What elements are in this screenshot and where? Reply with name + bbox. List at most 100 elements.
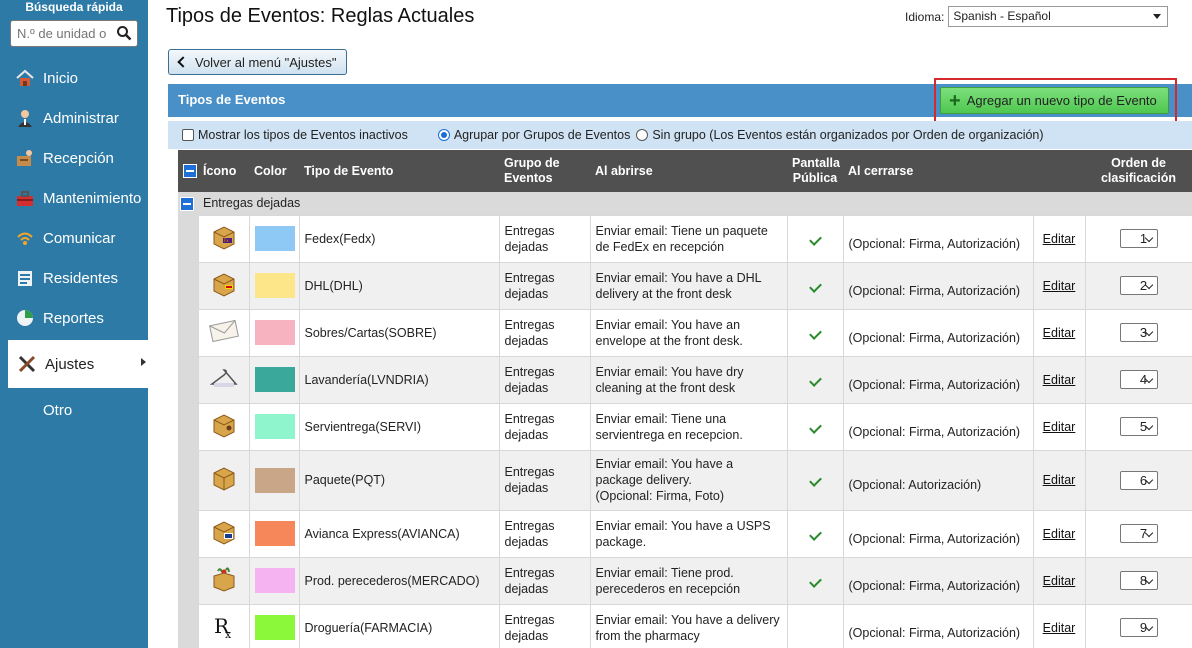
color-swatch — [254, 226, 295, 251]
group-by-radio[interactable] — [437, 129, 450, 141]
collapse-all-cell — [178, 150, 198, 192]
edit-link[interactable]: Editar — [1043, 326, 1076, 340]
row-on-close: (Opcional: Firma, Autorización) — [842, 402, 1034, 451]
back-button-label: Volver al menú "Ajustes" — [195, 54, 337, 70]
reception-icon — [14, 147, 36, 169]
edit-link[interactable]: Editar — [1043, 473, 1076, 487]
order-select[interactable]: 7 — [1119, 524, 1158, 543]
show-inactive-option[interactable]: Mostrar los tipos de Eventos inactivos — [182, 128, 408, 142]
row-public-cell — [786, 261, 844, 310]
edit-link[interactable]: Editar — [1043, 527, 1076, 541]
row-type: DHL(DHL) — [298, 261, 500, 310]
row-on-open: Enviar email: You have a delivery from t… — [589, 603, 788, 648]
user-admin-icon — [14, 107, 36, 129]
collapse-group-icon[interactable] — [180, 197, 194, 212]
row-order-cell: 9 — [1084, 603, 1192, 648]
sidebar-item-ajustes[interactable]: Ajustes — [8, 340, 148, 388]
row-on-open: Enviar email: Tiene prod. perecederos en… — [589, 556, 788, 605]
sidebar-item-administrar[interactable]: Administrar — [0, 98, 148, 138]
row-edit-cell: Editar — [1032, 509, 1086, 558]
sidebar-item-reportes[interactable]: Reportes — [0, 298, 148, 338]
checkmark-icon — [808, 373, 822, 387]
sidebar-item-mantenimiento[interactable]: Mantenimiento — [0, 178, 148, 218]
show-inactive-checkbox[interactable] — [182, 129, 194, 141]
row-type: Fedex(Fedx) — [298, 214, 500, 263]
add-event-type-button[interactable]: + Agregar un nuevo tipo de Evento — [940, 87, 1169, 114]
col-group: Grupo de Eventos — [499, 150, 590, 192]
row-on-close: (Opcional: Autorización) — [842, 449, 1034, 511]
row-icon-cell: Rx — [197, 603, 250, 648]
row-icon-cell — [197, 556, 250, 605]
edit-link[interactable]: Editar — [1043, 621, 1076, 635]
order-select[interactable]: 2 — [1119, 276, 1158, 295]
row-on-open: Enviar email: Tiene una servientrega en … — [589, 402, 788, 451]
row-on-open: Enviar email: Tiene un paquete de FedEx … — [589, 214, 788, 263]
back-to-settings-button[interactable]: Volver al menú "Ajustes" — [168, 49, 347, 75]
col-public: Pantalla Pública — [787, 150, 843, 192]
box-icon — [210, 467, 238, 495]
language-select[interactable]: Spanish - Español — [948, 6, 1169, 27]
row-order-cell: 3 — [1084, 308, 1192, 357]
color-swatch — [254, 615, 295, 640]
row-order-cell: 5 — [1084, 402, 1192, 451]
color-swatch — [254, 273, 295, 298]
edit-link[interactable]: Editar — [1043, 232, 1076, 246]
toolbox-icon — [14, 187, 36, 209]
row-lead-cell — [178, 403, 198, 450]
row-public-cell — [786, 603, 844, 648]
no-group-radio[interactable] — [636, 129, 649, 141]
order-select[interactable]: 8 — [1119, 571, 1158, 590]
order-value: 6 — [1139, 472, 1148, 488]
edit-link[interactable]: Editar — [1043, 420, 1076, 434]
sidebar-item-comunicar[interactable]: Comunicar — [0, 218, 148, 258]
row-icon-cell: Fx — [197, 214, 250, 263]
sidebar-item-residentes[interactable]: Residentes — [0, 258, 148, 298]
order-value: 5 — [1139, 419, 1148, 434]
plus-icon: + — [949, 89, 961, 112]
event-types-table: Ícono Color Tipo de Evento Grupo de Even… — [178, 150, 1192, 648]
row-type: Servientrega(SERVI) — [298, 402, 500, 451]
col-edit — [1033, 150, 1085, 192]
order-select[interactable]: 5 — [1119, 417, 1158, 436]
order-select[interactable]: 3 — [1119, 323, 1158, 342]
quick-search-input[interactable] — [11, 21, 111, 46]
no-group-label: Sin grupo (Los Eventos están organizados… — [652, 128, 1044, 142]
quick-search-box — [10, 20, 138, 47]
table-row: Sobres/Cartas(SOBRE) Entregas dejadas Envi… — [178, 308, 1192, 357]
order-select[interactable]: 9 — [1119, 618, 1158, 637]
row-on-close: (Opcional: Firma, Autorización) — [842, 509, 1034, 558]
group-by-option[interactable]: Agrupar por Grupos de Eventos — [437, 128, 630, 142]
order-value: 7 — [1139, 526, 1148, 541]
table-row: Rx Droguería(FARMACIA) Entregas dejadas Env… — [178, 603, 1192, 648]
sidebar-item-otro[interactable]: Otro — [0, 390, 148, 430]
no-group-option[interactable]: Sin grupo (Los Eventos están organizados… — [636, 128, 1044, 142]
edit-link[interactable]: Editar — [1043, 279, 1076, 293]
row-edit-cell: Editar — [1032, 261, 1086, 310]
color-swatch — [254, 367, 295, 392]
col-on-open: Al abrirse — [590, 150, 787, 192]
row-group: Entregas dejadas — [498, 556, 591, 605]
sidebar-item-inicio[interactable]: Inicio — [0, 58, 148, 98]
checkmark-icon — [808, 232, 822, 246]
edit-link[interactable]: Editar — [1043, 373, 1076, 387]
row-type: Lavandería(LVNDRIA) — [298, 355, 500, 404]
order-select[interactable]: 4 — [1119, 370, 1158, 389]
edit-link[interactable]: Editar — [1043, 574, 1076, 588]
row-order-cell: 6 — [1084, 449, 1192, 511]
sidebar-item-label: Recepción — [43, 149, 114, 167]
sidebar-item-recepcion[interactable]: Recepción — [0, 138, 148, 178]
order-select[interactable]: 1 — [1119, 229, 1158, 248]
grocery-box-icon — [210, 566, 238, 596]
checkmark-icon — [808, 474, 822, 487]
row-group: Entregas dejadas — [498, 355, 591, 404]
collapse-all-icon[interactable] — [183, 164, 197, 179]
wifi-icon — [14, 227, 36, 249]
table-row: Paquete(PQT) Entregas dejadas Enviar email… — [178, 449, 1192, 511]
package-icon — [210, 413, 238, 442]
search-icon[interactable] — [116, 25, 132, 41]
order-select[interactable]: 6 — [1119, 470, 1158, 490]
sidebar: Búsqueda rápida Inicio Administrar Recep… — [0, 0, 148, 648]
row-lead-cell — [178, 450, 198, 510]
tools-icon — [16, 353, 38, 375]
col-icon: Ícono — [198, 150, 249, 192]
